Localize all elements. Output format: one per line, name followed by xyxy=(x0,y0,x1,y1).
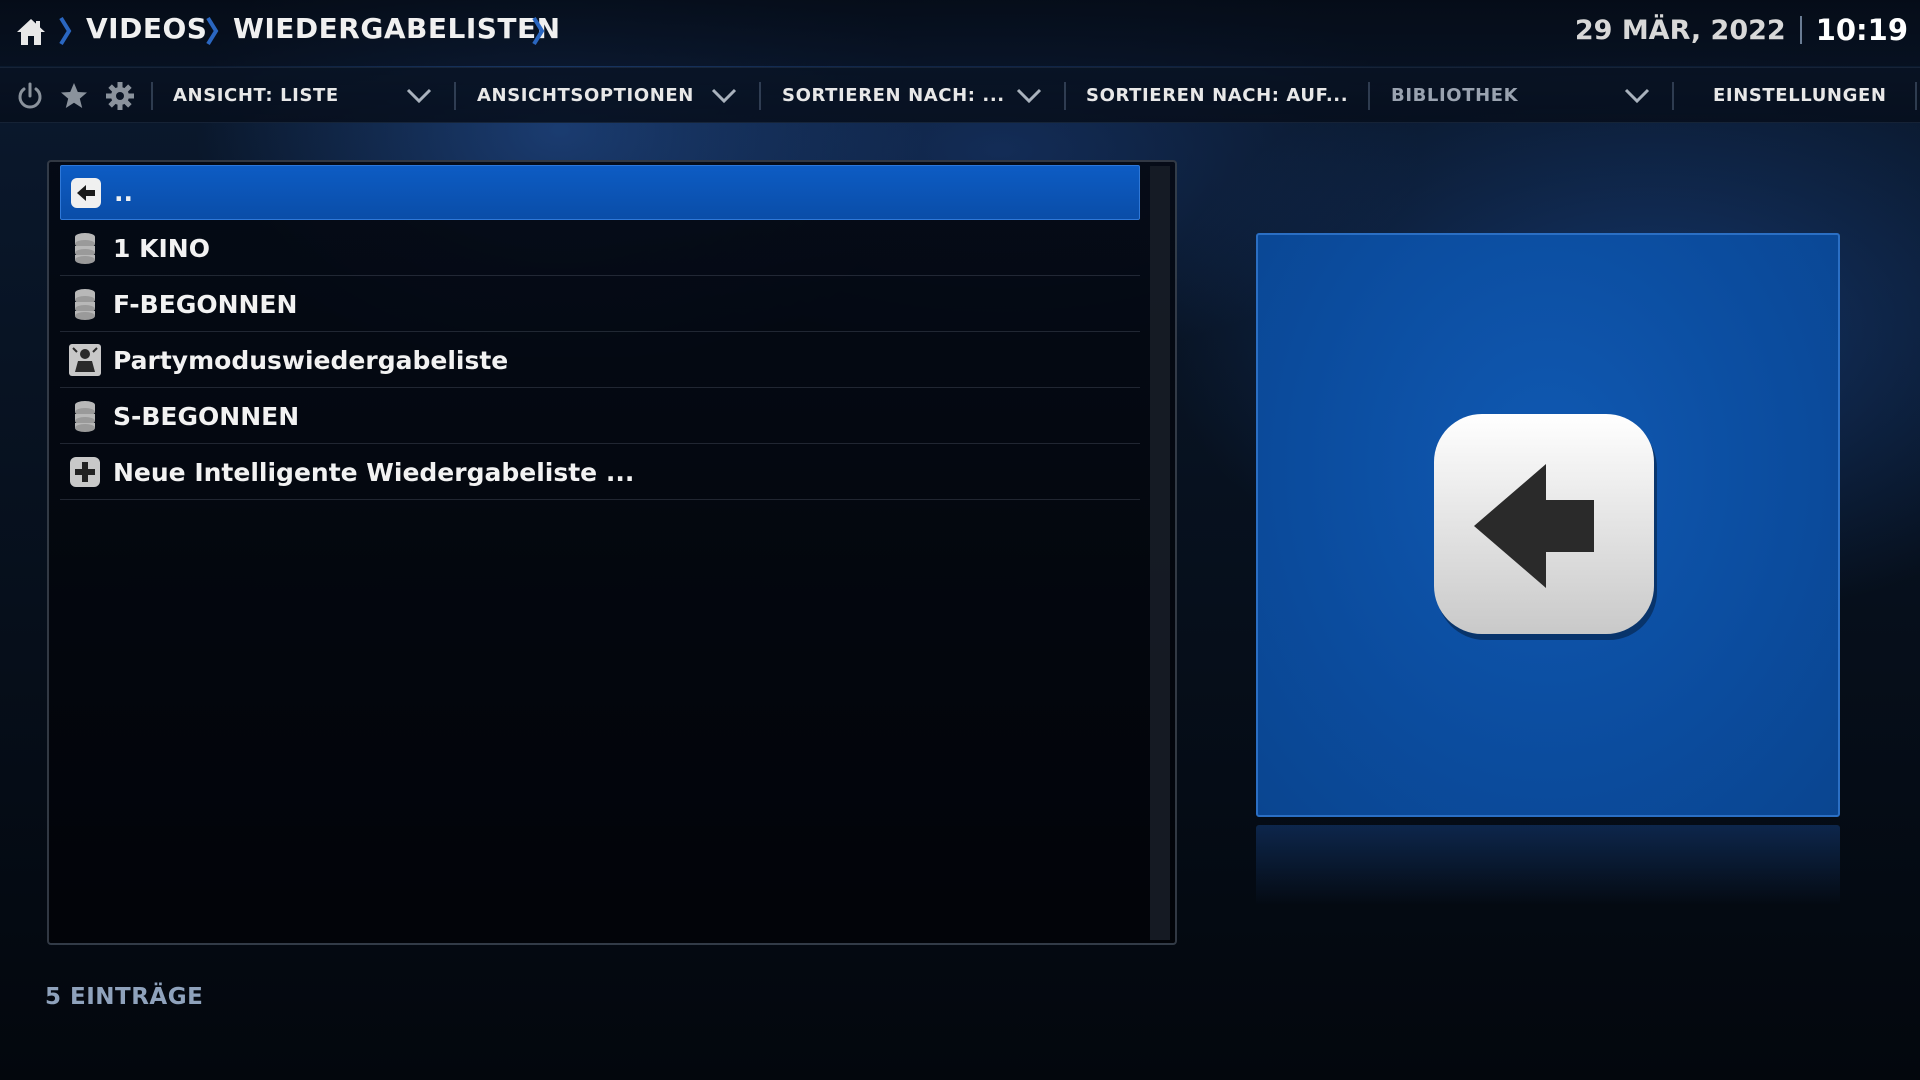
breadcrumb-videos[interactable]: VIDEOS xyxy=(86,12,207,45)
menu-separator xyxy=(454,82,456,110)
datetime: 29 MÄR, 2022 10:19 xyxy=(1575,13,1908,47)
gear-icon[interactable] xyxy=(104,80,136,112)
plus-icon xyxy=(70,457,100,487)
list-item-s-begonnen[interactable]: S-BEGONNEN xyxy=(60,389,1140,444)
menu-bar: ANSICHT: LISTE ANSICHTSOPTIONEN SORTIERE… xyxy=(0,67,1920,123)
time-text: 10:19 xyxy=(1815,13,1908,47)
breadcrumb-wiedergabelisten[interactable]: WIEDERGABELISTEN xyxy=(233,12,561,45)
database-icon xyxy=(75,401,95,432)
menu-separator xyxy=(151,82,153,110)
sort-by-button[interactable]: SORTIEREN NACH: ... xyxy=(782,85,1005,106)
settings-button[interactable]: EINSTELLUNGEN xyxy=(1713,85,1887,106)
list-item-1-kino[interactable]: 1 KINO xyxy=(60,221,1140,276)
list-item-label: F-BEGONNEN xyxy=(113,289,298,319)
list-item-f-begonnen[interactable]: F-BEGONNEN xyxy=(60,277,1140,332)
list-item-label: S-BEGONNEN xyxy=(113,401,300,431)
chevron-down-icon[interactable] xyxy=(1624,86,1650,106)
scrollbar[interactable] xyxy=(1150,166,1170,940)
list-item-new-smart-playlist[interactable]: Neue Intelligente Wiedergabeliste ... xyxy=(60,445,1140,500)
back-arrow-icon xyxy=(71,177,101,208)
power-icon[interactable] xyxy=(14,80,46,112)
list-item-label: Neue Intelligente Wiedergabeliste ... xyxy=(113,457,635,487)
list-item-label: 1 KINO xyxy=(113,233,210,263)
date-text: 29 MÄR, 2022 xyxy=(1574,14,1786,46)
breadcrumb-separator-icon xyxy=(532,16,545,46)
preview-reflection xyxy=(1256,825,1840,905)
menu-separator xyxy=(1368,82,1370,110)
menu-separator xyxy=(1672,82,1674,110)
star-icon[interactable] xyxy=(58,80,90,112)
library-button[interactable]: BIBLIOTHEK xyxy=(1391,85,1518,106)
list-item-label: .. xyxy=(114,178,133,207)
chevron-down-icon[interactable] xyxy=(711,86,737,106)
datetime-divider xyxy=(1799,16,1802,44)
sort-order-button[interactable]: SORTIEREN NACH: AUF... xyxy=(1086,85,1348,106)
home-icon[interactable] xyxy=(14,15,48,49)
back-arrow-icon xyxy=(1434,414,1657,640)
menu-separator xyxy=(1064,82,1066,110)
party-person-icon xyxy=(69,344,101,376)
breadcrumb-separator-icon xyxy=(59,16,72,46)
list-item-label: Partymoduswiedergabeliste xyxy=(113,345,509,375)
view-mode-button[interactable]: ANSICHT: LISTE xyxy=(173,85,339,106)
chevron-down-icon[interactable] xyxy=(406,86,432,106)
list-item-partymode-playlist[interactable]: Partymoduswiedergabeliste xyxy=(60,333,1140,388)
menu-separator xyxy=(1915,82,1917,110)
menu-separator xyxy=(759,82,761,110)
top-header: VIDEOS WIEDERGABELISTEN 29 MÄR, 2022 10:… xyxy=(0,0,1920,66)
breadcrumb-separator-icon xyxy=(206,16,219,46)
items-count: 5 EINTRÄGE xyxy=(45,984,204,1010)
database-icon xyxy=(75,289,95,320)
list-item-parent-folder[interactable]: .. xyxy=(60,165,1140,220)
chevron-down-icon[interactable] xyxy=(1016,86,1042,106)
view-options-button[interactable]: ANSICHTSOPTIONEN xyxy=(477,85,694,106)
database-icon xyxy=(75,233,95,264)
